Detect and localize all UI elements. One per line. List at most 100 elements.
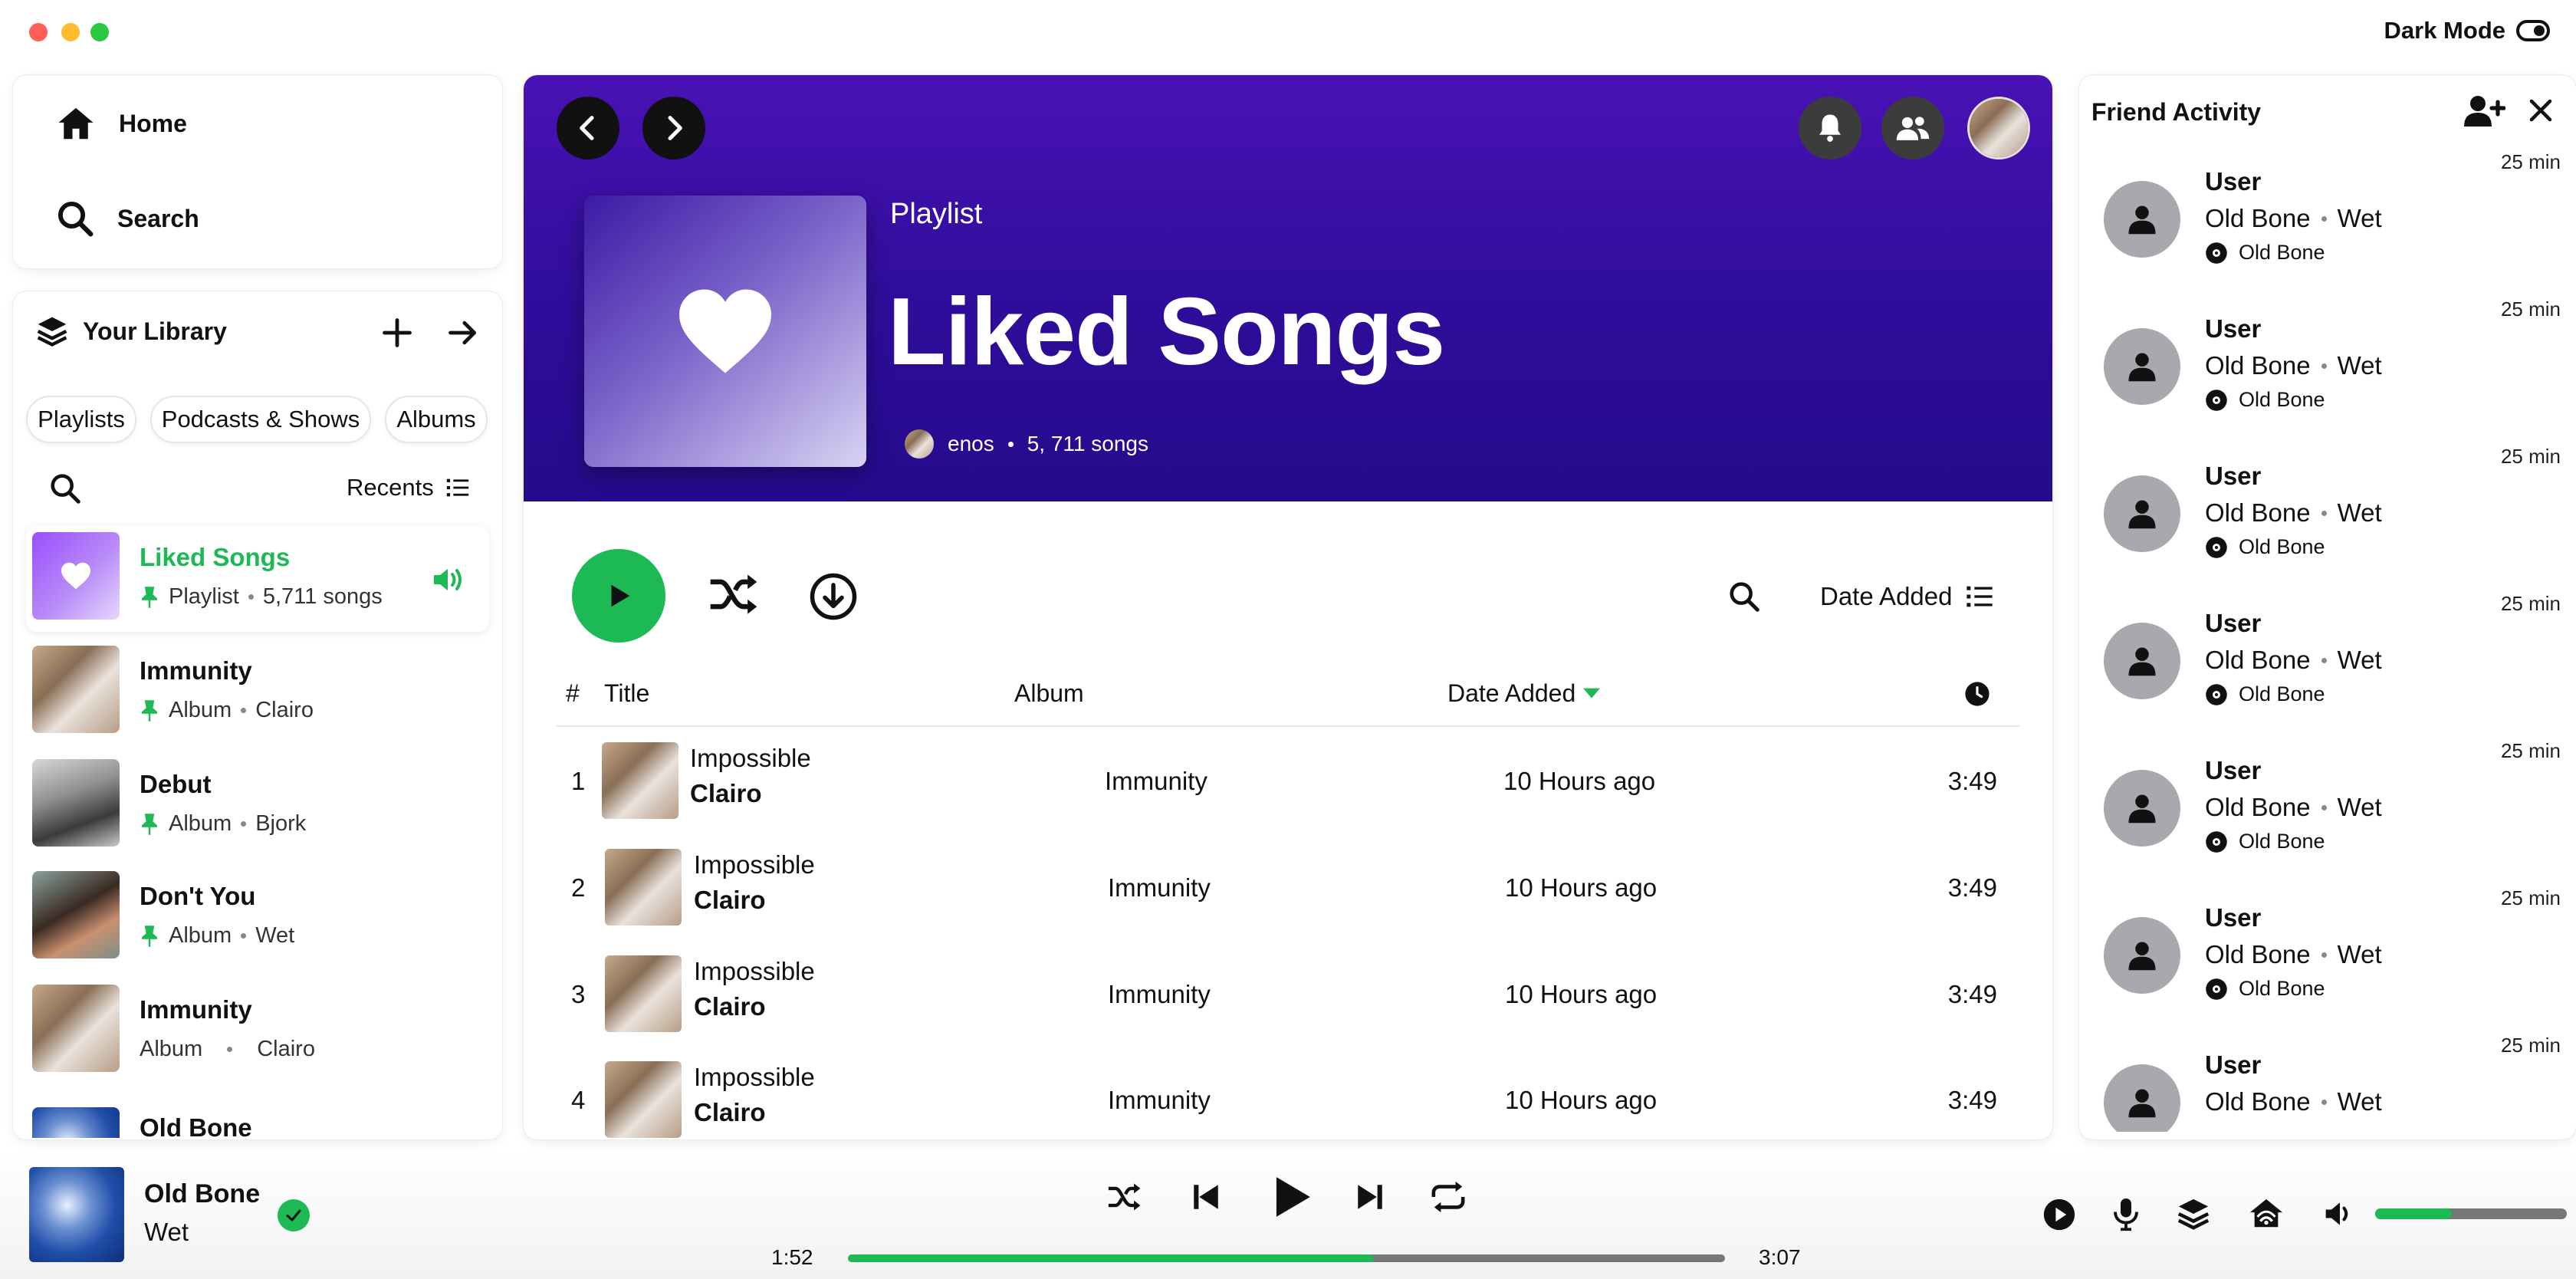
friend-song-artist[interactable]: Wet	[2338, 204, 2382, 233]
next-track-button[interactable]	[1354, 1181, 1386, 1213]
friend-track-title[interactable]: Old Bone	[2239, 241, 2325, 265]
friend-song-title[interactable]: Old Bone	[2205, 204, 2311, 233]
friend-song-artist[interactable]: Wet	[2338, 1087, 2382, 1116]
friend-track-title[interactable]: Old Bone	[2239, 682, 2325, 706]
friend-song-artist[interactable]: Wet	[2338, 646, 2382, 675]
friend-avatar	[2104, 1064, 2180, 1132]
friend-song-artist[interactable]: Wet	[2338, 793, 2382, 822]
elapsed-time: 1:52	[771, 1245, 813, 1269]
friend-time: 25 min	[2500, 150, 2561, 173]
total-time: 3:07	[1759, 1245, 1801, 1269]
friend-track-title[interactable]: Old Bone	[2239, 535, 2325, 559]
friend-song-title[interactable]: Old Bone	[2205, 646, 2311, 675]
friend-song-title[interactable]: Old Bone	[2205, 1087, 2311, 1116]
friend-track: Old Bone	[2205, 241, 2325, 265]
friend-track: Old Bone	[2205, 977, 2325, 1001]
friend-name[interactable]: User	[2205, 314, 2261, 344]
disc-icon	[2206, 242, 2227, 264]
progress-bar[interactable]	[848, 1254, 1725, 1262]
skip-forward-icon	[1358, 1185, 1382, 1209]
cast-home-icon	[2249, 1198, 2283, 1228]
friend-song: Old Bone Wet	[2205, 351, 2382, 380]
friend-track-title[interactable]: Old Bone	[2239, 388, 2325, 412]
friend-item[interactable]: User Old Bone Wet Old Bone 25 min	[2104, 298, 2561, 445]
friend-song-artist[interactable]: Wet	[2338, 940, 2382, 969]
friend-avatar	[2104, 328, 2180, 405]
friend-name[interactable]: User	[2205, 756, 2261, 785]
play-icon	[1276, 1177, 1310, 1217]
queue-button[interactable]	[2176, 1196, 2211, 1231]
friend-time: 25 min	[2500, 1034, 2561, 1057]
friend-list: User Old Bone Wet Old Bone 25 min User Ol…	[0, 0, 2576, 1139]
now-playing-artist[interactable]: Wet	[144, 1218, 189, 1247]
progress-fill	[848, 1254, 1375, 1262]
friend-song-title[interactable]: Old Bone	[2205, 940, 2311, 969]
check-icon	[286, 1209, 301, 1221]
friend-song: Old Bone Wet	[2205, 940, 2382, 969]
liked-check-button[interactable]	[278, 1199, 310, 1231]
user-icon	[2128, 647, 2156, 676]
friend-name[interactable]: User	[2205, 1050, 2261, 1080]
microphone-icon	[2114, 1198, 2138, 1231]
friend-song-title[interactable]: Old Bone	[2205, 793, 2311, 822]
friend-track-title[interactable]: Old Bone	[2239, 977, 2325, 1001]
friend-track: Old Bone	[2205, 388, 2325, 412]
friend-item[interactable]: User Old Bone Wet Old Bone 25 min	[2104, 592, 2561, 739]
friend-item[interactable]: User Old Bone Wet Old Bone 25 min	[2104, 739, 2561, 886]
volume-icon	[2325, 1202, 2348, 1225]
friend-avatar	[2104, 917, 2180, 994]
disc-icon	[2206, 830, 2227, 853]
friend-avatar	[2104, 770, 2180, 847]
now-playing-cover[interactable]	[29, 1167, 124, 1262]
friend-name[interactable]: User	[2205, 462, 2261, 491]
friend-song-artist[interactable]: Wet	[2338, 498, 2382, 528]
mute-button[interactable]	[2323, 1198, 2357, 1230]
friend-time: 25 min	[2500, 592, 2561, 615]
now-playing-title[interactable]: Old Bone	[144, 1179, 260, 1209]
friend-item[interactable]: User Old Bone Wet Old Bone 25 min	[2104, 445, 2561, 592]
repeat-button[interactable]	[1429, 1179, 1467, 1215]
lyrics-button[interactable]	[2110, 1196, 2142, 1233]
friend-track: Old Bone	[2205, 830, 2325, 853]
friend-song: Old Bone Wet	[2205, 646, 2382, 675]
friend-song: Old Bone Wet	[2205, 1087, 2382, 1116]
friend-time: 25 min	[2500, 298, 2561, 321]
shuffle-icon	[1108, 1183, 1141, 1211]
friend-avatar	[2104, 181, 2180, 258]
friend-item[interactable]: User Old Bone Wet Old Bone 25 min	[2104, 886, 2561, 1034]
disc-icon	[2206, 389, 2227, 411]
user-icon	[2128, 942, 2156, 971]
player-shuffle-button[interactable]	[1107, 1181, 1144, 1213]
friend-song: Old Bone Wet	[2205, 204, 2382, 233]
previous-track-button[interactable]	[1190, 1181, 1222, 1213]
now-playing-view-button[interactable]	[2042, 1198, 2076, 1231]
friend-avatar	[2104, 623, 2180, 699]
player-play-button[interactable]	[1267, 1172, 1314, 1222]
friend-track-title[interactable]: Old Bone	[2239, 830, 2325, 853]
friend-item[interactable]: User Old Bone Wet Old Bone 25 min	[2104, 150, 2561, 298]
friend-name[interactable]: User	[2205, 167, 2261, 196]
layers-icon	[2177, 1198, 2210, 1230]
friend-avatar	[2104, 475, 2180, 552]
friend-song-title[interactable]: Old Bone	[2205, 351, 2311, 380]
friend-song: Old Bone Wet	[2205, 498, 2382, 528]
friend-song-artist[interactable]: Wet	[2338, 351, 2382, 380]
disc-icon	[2206, 978, 2227, 1000]
repeat-icon	[1431, 1181, 1465, 1213]
friend-name[interactable]: User	[2205, 903, 2261, 932]
friend-item[interactable]: User Old Bone Wet 25 min	[2104, 1034, 2561, 1132]
volume-slider[interactable]	[2375, 1208, 2567, 1219]
friend-song-title[interactable]: Old Bone	[2205, 498, 2311, 528]
user-icon	[2128, 500, 2156, 529]
skip-back-icon	[1194, 1185, 1218, 1209]
connect-device-button[interactable]	[2246, 1196, 2286, 1231]
friend-time: 25 min	[2500, 445, 2561, 468]
user-icon	[2128, 794, 2156, 824]
friend-time: 25 min	[2500, 886, 2561, 909]
friend-name[interactable]: User	[2205, 609, 2261, 638]
user-icon	[2128, 205, 2156, 235]
volume-fill	[2375, 1208, 2452, 1219]
play-circle-icon	[2043, 1198, 2075, 1231]
friend-song: Old Bone Wet	[2205, 793, 2382, 822]
user-icon	[2128, 353, 2156, 382]
